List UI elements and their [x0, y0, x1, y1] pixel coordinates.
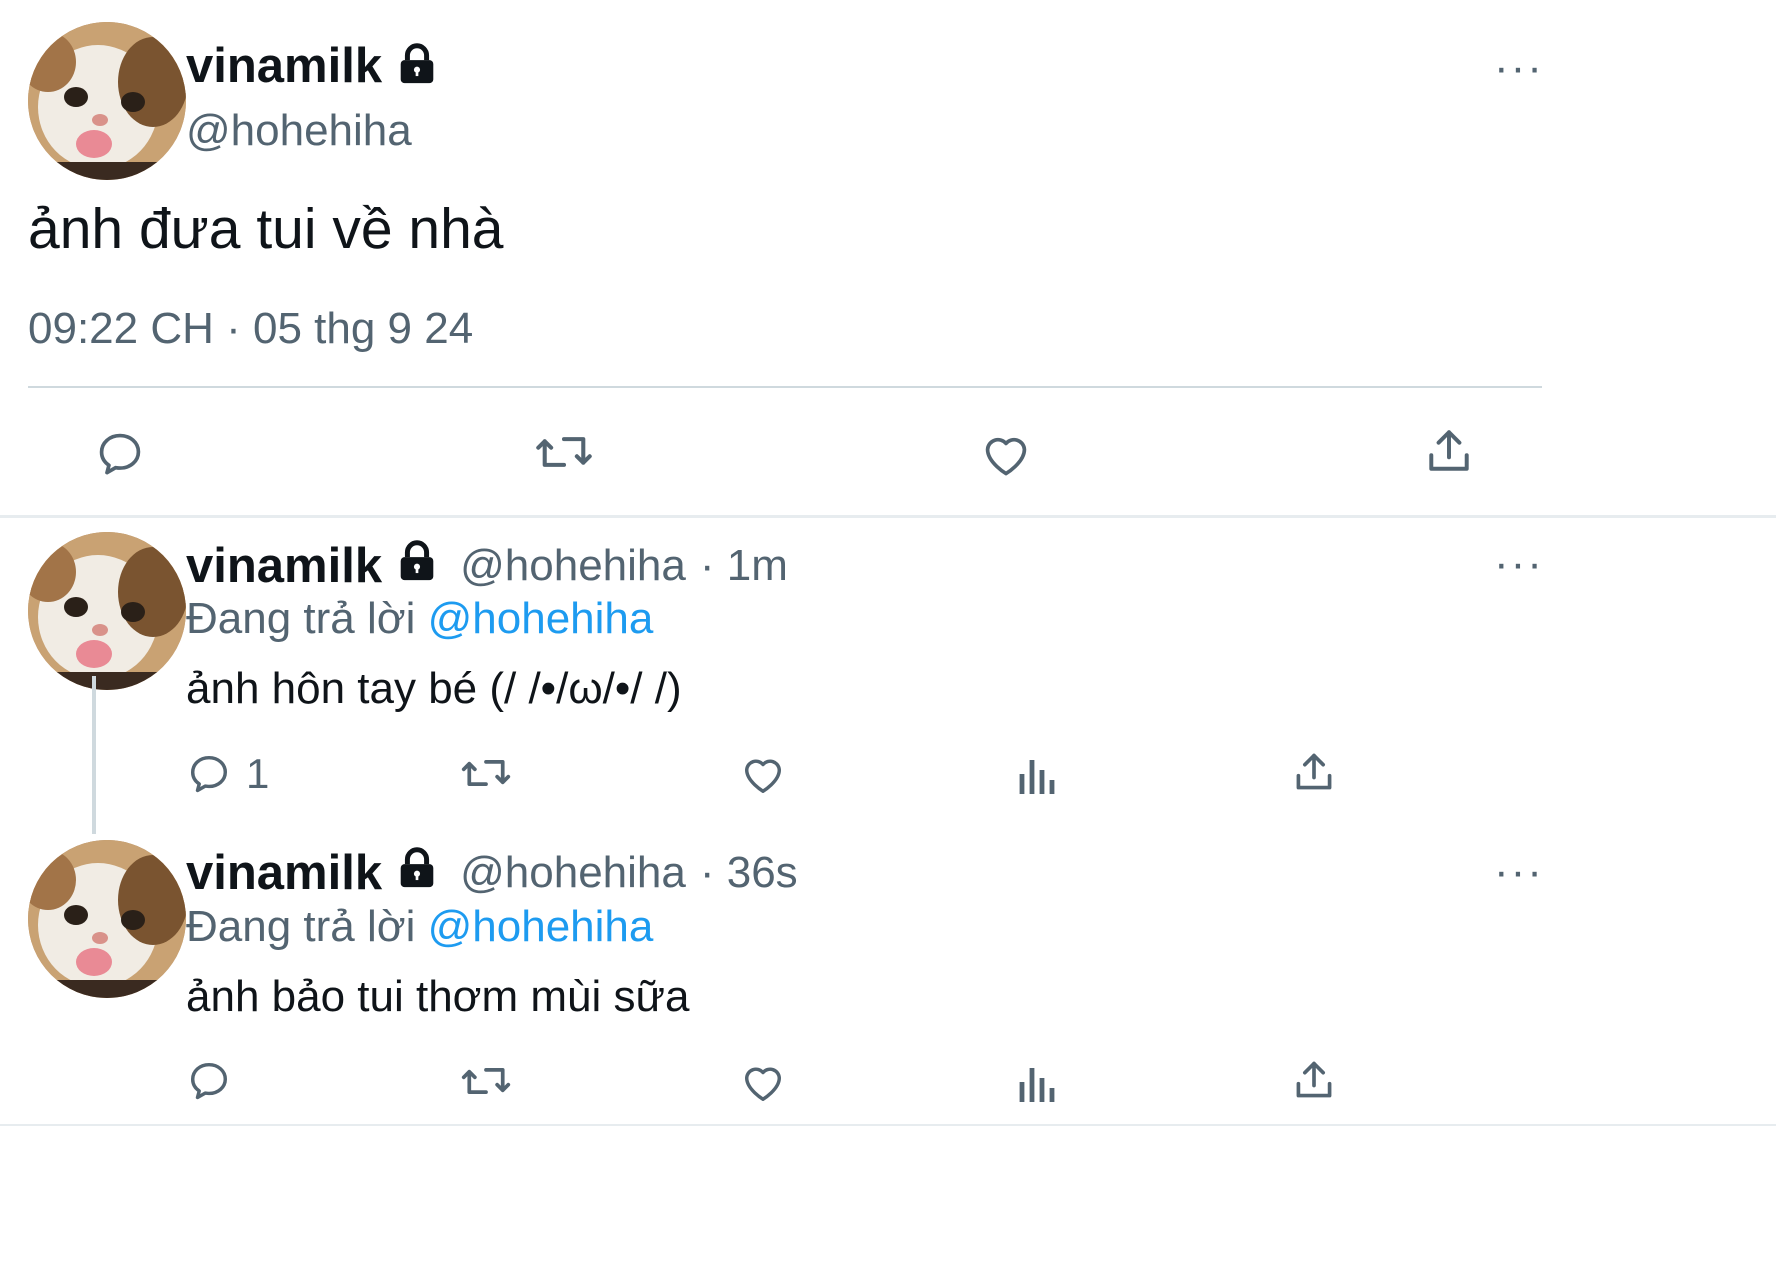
- like-icon[interactable]: [740, 1059, 786, 1103]
- replying-to-label: Đang trả lời: [186, 902, 416, 951]
- retweet-icon[interactable]: [460, 1058, 512, 1104]
- reply-button[interactable]: 1: [186, 750, 269, 798]
- divider: [0, 1124, 1776, 1126]
- like-icon[interactable]: [740, 751, 786, 795]
- relative-time[interactable]: · 1m: [700, 541, 788, 591]
- share-icon[interactable]: [1424, 426, 1474, 476]
- reply-icon[interactable]: [186, 1058, 232, 1104]
- more-options-icon[interactable]: ···: [1494, 850, 1544, 894]
- divider: [28, 386, 1542, 388]
- retweet-icon[interactable]: [460, 750, 512, 796]
- avatar[interactable]: [28, 840, 186, 998]
- display-name[interactable]: vinamilk: [186, 538, 382, 594]
- analytics-icon[interactable]: [1018, 1060, 1058, 1102]
- retweet-icon[interactable]: [534, 426, 594, 478]
- analytics-icon[interactable]: [1018, 752, 1058, 794]
- timestamp[interactable]: 09:22 CH · 05 thg 9 24: [28, 304, 473, 354]
- avatar[interactable]: [28, 532, 186, 690]
- reply-count: 1: [246, 750, 270, 797]
- like-icon[interactable]: [980, 428, 1032, 478]
- more-options-icon[interactable]: ···: [1494, 542, 1544, 586]
- replying-to-label: Đang trả lời: [186, 594, 416, 643]
- thread-line: [92, 676, 96, 834]
- reply-icon[interactable]: [94, 428, 146, 480]
- lock-icon: [394, 845, 440, 902]
- section-divider: [0, 515, 1776, 518]
- handle[interactable]: @hohehiha: [460, 541, 686, 591]
- display-name[interactable]: vinamilk: [186, 845, 382, 901]
- tweet-text: ảnh hôn tay bé (/ /•/ω/•/ /): [186, 664, 682, 713]
- tweet-text: ảnh đưa tui về nhà: [28, 197, 504, 261]
- replying-to-link[interactable]: @hohehiha: [428, 902, 654, 951]
- replying-to-link[interactable]: @hohehiha: [428, 594, 654, 643]
- lock-icon: [394, 41, 440, 92]
- handle[interactable]: @hohehiha: [460, 848, 686, 898]
- relative-time[interactable]: · 36s: [700, 848, 798, 898]
- share-icon[interactable]: [1292, 750, 1336, 794]
- share-icon[interactable]: [1292, 1058, 1336, 1102]
- lock-icon: [394, 538, 440, 595]
- reply-icon: [190, 755, 228, 793]
- avatar[interactable]: [28, 22, 186, 180]
- more-options-icon[interactable]: ···: [1494, 46, 1544, 90]
- tweet-text: ảnh bảo tui thơm mùi sữa: [186, 972, 690, 1021]
- display-name[interactable]: vinamilk: [186, 38, 382, 94]
- handle[interactable]: @hohehiha: [186, 106, 412, 156]
